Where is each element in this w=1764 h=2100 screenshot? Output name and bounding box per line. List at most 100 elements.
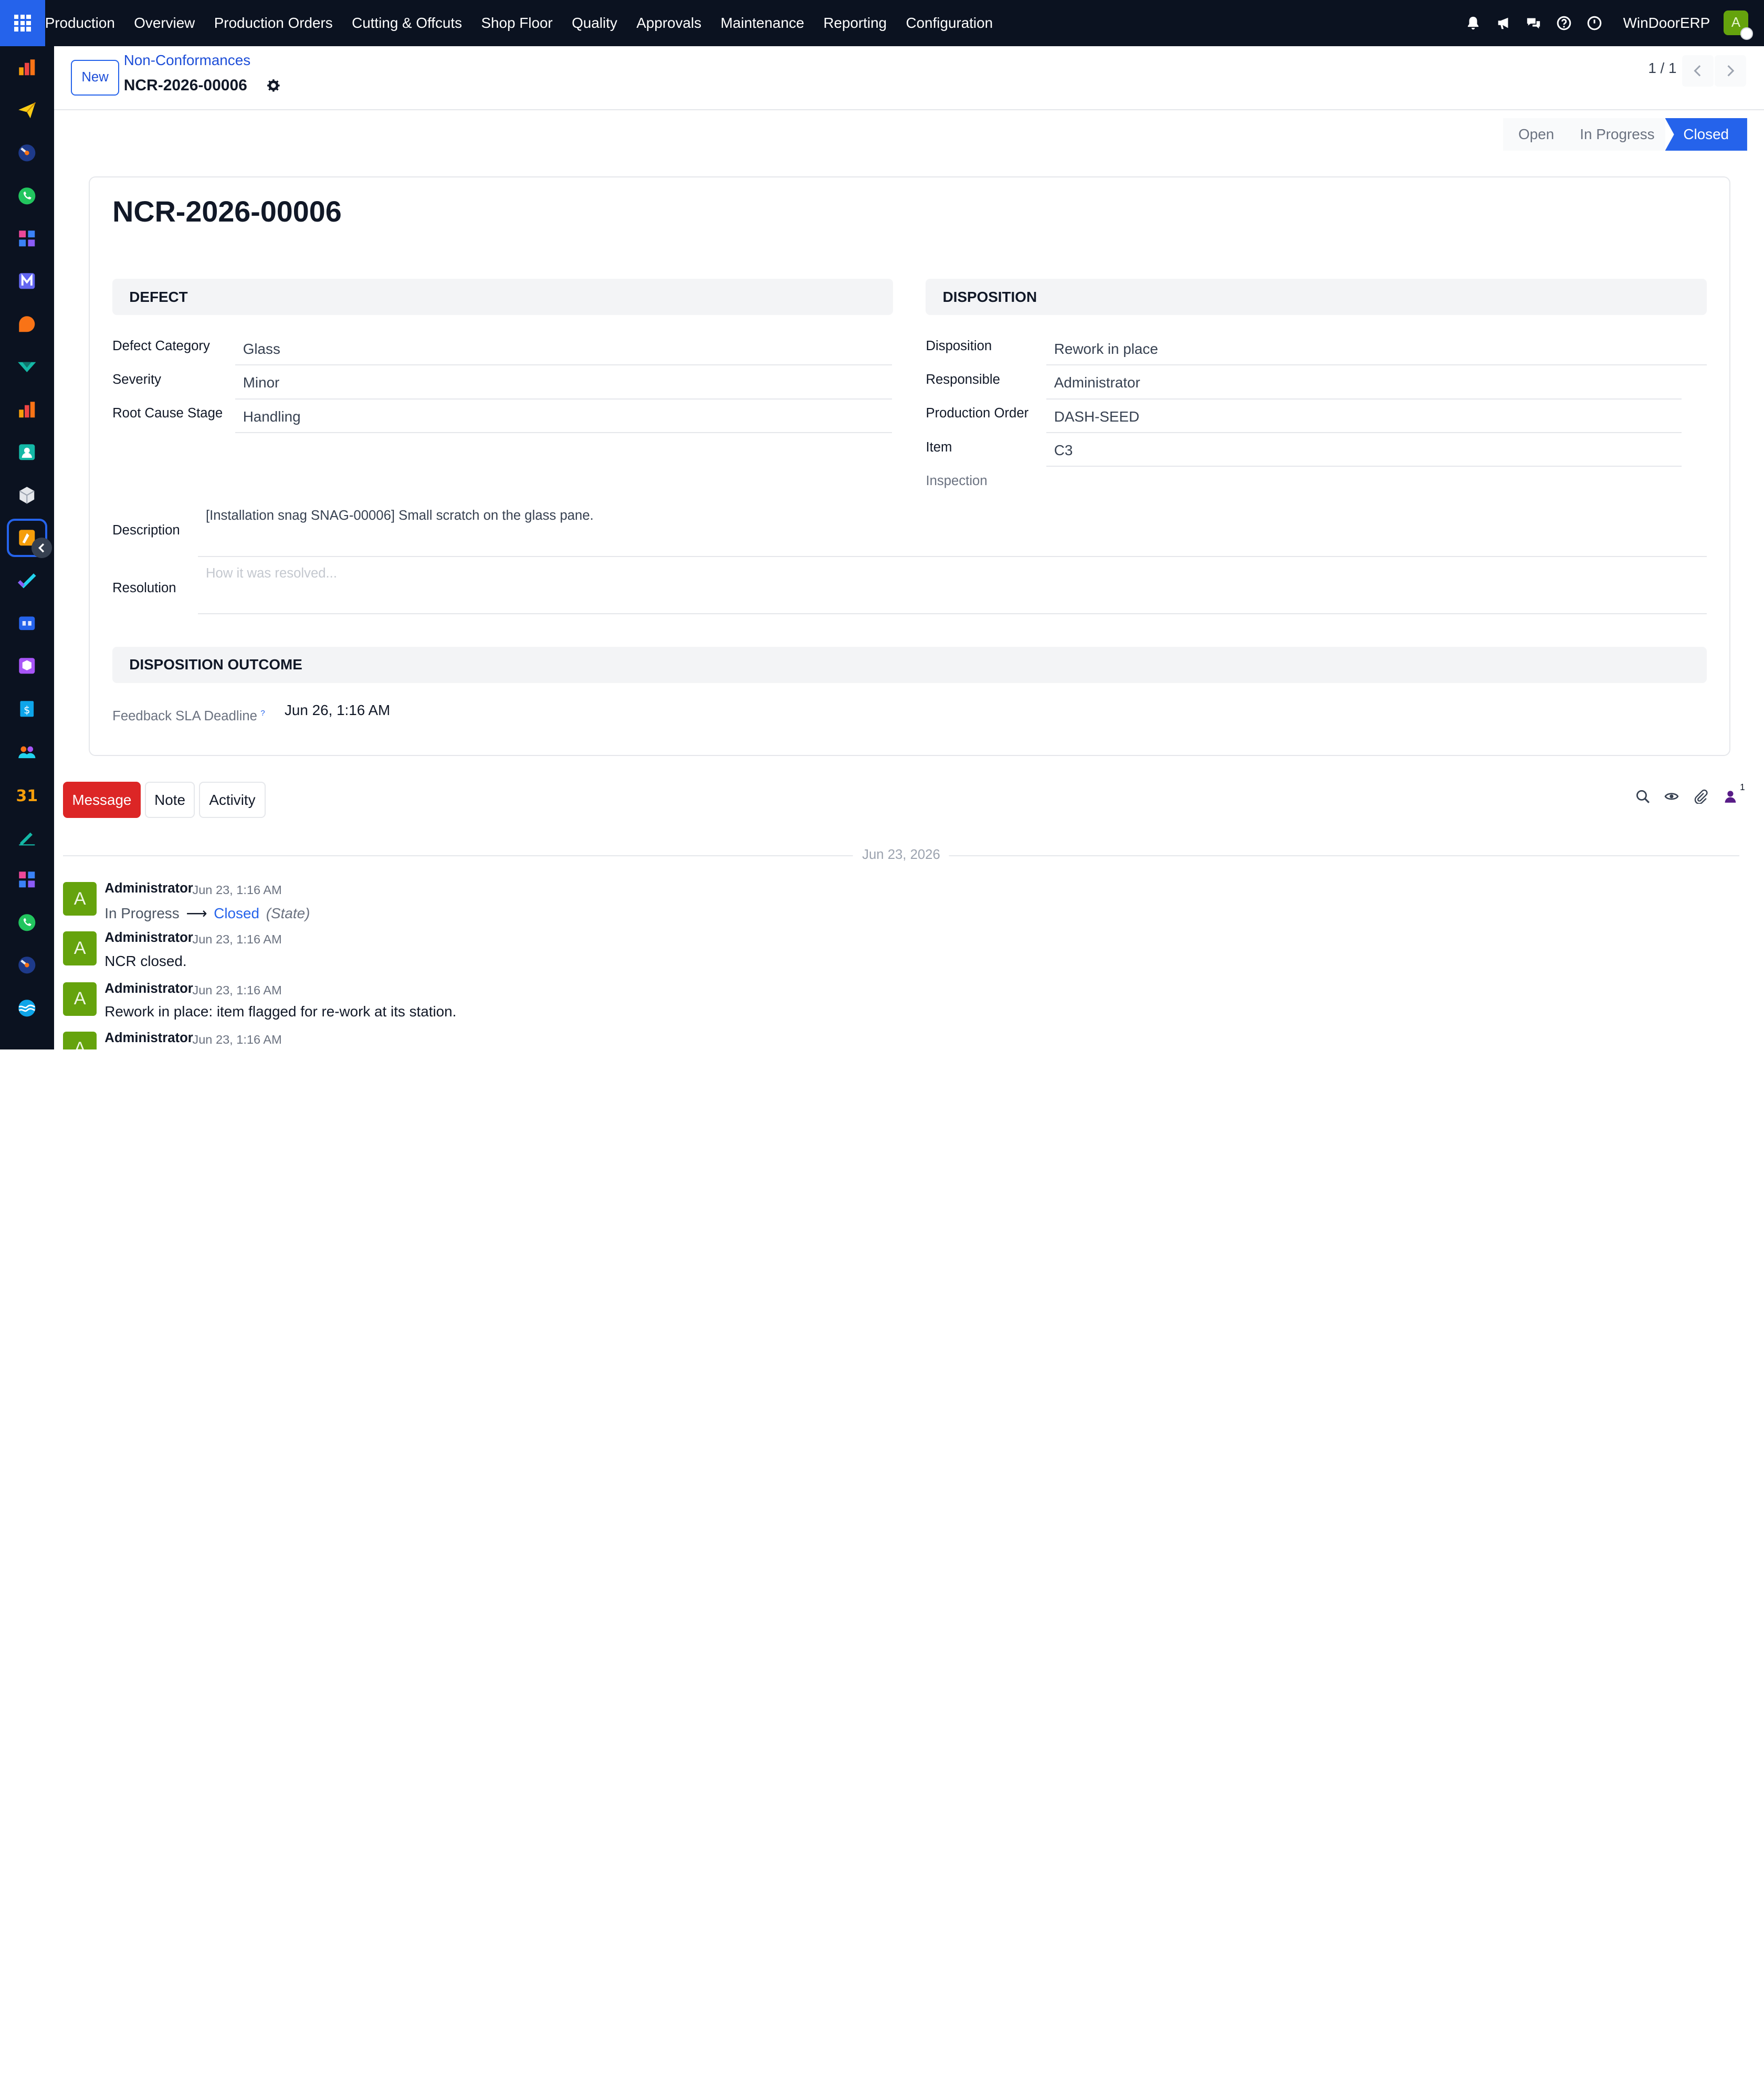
user-initial: A	[1731, 15, 1741, 30]
pager-next-button[interactable]	[1714, 55, 1746, 87]
paper-plane-icon[interactable]	[0, 89, 54, 131]
tracking-old-value: In Progress	[104, 905, 180, 921]
send-message-button[interactable]: Message	[63, 782, 141, 818]
responsible-field[interactable]: Administrator	[1046, 369, 1682, 400]
megaphone-icon[interactable]	[1495, 15, 1511, 32]
paperclip-icon[interactable]	[1692, 788, 1710, 805]
item-field[interactable]: C3	[1046, 436, 1682, 467]
help-tooltip-icon[interactable]: ?	[260, 709, 265, 718]
pager-value[interactable]: 1 / 1	[1648, 60, 1676, 77]
status-closed[interactable]: Closed	[1665, 118, 1747, 151]
pager-previous-button[interactable]	[1682, 55, 1714, 87]
app-name[interactable]: Production	[45, 15, 115, 32]
company-switcher[interactable]: WinDoorERP	[1623, 15, 1710, 32]
message-author[interactable]: Administrator	[104, 1031, 193, 1046]
record-title[interactable]: NCR-2026-00006	[112, 195, 342, 228]
user-icon	[1725, 791, 1736, 803]
menu-production-orders[interactable]: Production Orders	[214, 15, 333, 32]
root-cause-stage-field[interactable]: Handling	[235, 403, 892, 433]
sales-icon[interactable]: $	[0, 687, 54, 730]
menu-overview[interactable]: Overview	[134, 15, 195, 32]
clock-icon[interactable]	[1586, 15, 1603, 32]
breadcrumb-parent[interactable]: Non-Conformances	[124, 52, 250, 69]
website-icon[interactable]	[0, 986, 54, 1029]
followers-button[interactable]: 1	[1721, 782, 1745, 805]
severity-field[interactable]: Minor	[235, 369, 892, 400]
section-disposition-header: DISPOSITION	[926, 279, 1707, 315]
chat-bubbles-icon[interactable]	[1525, 15, 1542, 32]
packaging-icon[interactable]	[0, 645, 54, 687]
message-date: Jun 23, 1:16 AM	[192, 883, 282, 897]
menu-reporting[interactable]: Reporting	[823, 15, 887, 32]
bell-icon[interactable]	[1465, 15, 1482, 32]
contacts-icon[interactable]	[0, 431, 54, 474]
production-order-field[interactable]: DASH-SEED	[1046, 403, 1682, 433]
control-panel: New Non-Conformances NCR-2026-00006 1 / …	[54, 46, 1764, 110]
main-menu: Production Overview Production Orders Cu…	[45, 0, 1012, 46]
author-avatar[interactable]: A	[63, 882, 97, 916]
new-button[interactable]: New	[70, 59, 120, 96]
sidebar-collapse-button[interactable]	[32, 538, 52, 558]
status-bar: Open In Progress Closed	[1503, 118, 1747, 151]
defect-category-field[interactable]: Glass	[235, 335, 892, 366]
menu-quality[interactable]: Quality	[572, 15, 617, 32]
status-in-progress[interactable]: In Progress	[1569, 118, 1665, 151]
message-author[interactable]: Administrator	[104, 881, 193, 896]
author-avatar[interactable]: A	[63, 931, 97, 965]
reporting-icon[interactable]	[0, 388, 54, 430]
search-icon[interactable]	[1634, 788, 1652, 805]
author-avatar[interactable]: A	[63, 982, 97, 1016]
apps-menu-button[interactable]	[0, 0, 45, 46]
tracking-value: In Progress ⟶ Closed (State)	[104, 905, 310, 922]
marketing-icon[interactable]	[0, 345, 54, 388]
gear-icon[interactable]	[267, 79, 280, 92]
timer-2-icon[interactable]	[0, 944, 54, 986]
message-date: Jun 23, 1:16 AM	[192, 1033, 282, 1047]
log-note-button[interactable]: Note	[145, 782, 195, 818]
timer-icon[interactable]	[0, 132, 54, 174]
menu-approvals[interactable]: Approvals	[636, 15, 701, 32]
calendar-icon[interactable]: 31	[0, 773, 54, 815]
disposition-field[interactable]: Rework in place	[1046, 335, 1707, 366]
app-sidebar: $ 31	[0, 46, 54, 1050]
message-author[interactable]: Administrator	[104, 981, 193, 996]
knowledge-icon[interactable]	[0, 217, 54, 260]
chatter-topbar: Message Note Activity	[63, 782, 266, 818]
sign-icon[interactable]	[0, 816, 54, 858]
root-cause-stage-label: Root Cause Stage	[112, 406, 223, 421]
whatsapp-icon[interactable]	[0, 174, 54, 217]
user-avatar[interactable]: A	[1723, 10, 1753, 40]
chevron-left-icon	[1694, 65, 1700, 77]
breadcrumb-current: NCR-2026-00006	[123, 76, 247, 94]
status-open[interactable]: Open	[1503, 118, 1570, 151]
systray: WinDoorERP A	[1465, 0, 1753, 46]
inventory-icon[interactable]	[0, 474, 54, 516]
menu-shop-floor[interactable]: Shop Floor	[481, 15, 552, 32]
employees-icon[interactable]	[0, 730, 54, 773]
menu-configuration[interactable]: Configuration	[906, 15, 993, 32]
message-body: Rework in place: item flagged for re-wor…	[104, 1003, 457, 1020]
section-defect-header: DEFECT	[112, 279, 894, 315]
follower-count: 1	[1740, 782, 1745, 793]
todo-icon[interactable]	[0, 559, 54, 602]
author-avatar[interactable]: A	[63, 1032, 97, 1050]
section-disposition-outcome-header: DISPOSITION OUTCOME	[112, 647, 1707, 683]
activity-button[interactable]: Activity	[199, 782, 266, 818]
description-field[interactable]: [Installation snag SNAG-00006] Small scr…	[197, 505, 1707, 557]
menu-cutting-offcuts[interactable]: Cutting & Offcuts	[352, 15, 462, 32]
elearning-icon[interactable]	[0, 602, 54, 644]
message-date: Jun 23, 1:16 AM	[192, 932, 282, 947]
eye-icon[interactable]	[1663, 788, 1681, 805]
knowledge-2-icon[interactable]	[0, 858, 54, 901]
defect-category-label: Defect Category	[112, 338, 210, 353]
item-label: Item	[926, 439, 952, 455]
resolution-field[interactable]: How it was resolved...	[197, 562, 1707, 614]
help-icon[interactable]	[1556, 15, 1572, 32]
live-chat-icon[interactable]	[0, 302, 54, 345]
dashboard-app-icon[interactable]	[0, 46, 54, 89]
mail-app-icon[interactable]	[0, 260, 54, 302]
feedback-sla-deadline-label: Feedback SLA Deadline?	[112, 709, 265, 724]
message-author[interactable]: Administrator	[104, 930, 193, 946]
whatsapp-2-icon[interactable]	[0, 901, 54, 943]
menu-maintenance[interactable]: Maintenance	[720, 15, 804, 32]
